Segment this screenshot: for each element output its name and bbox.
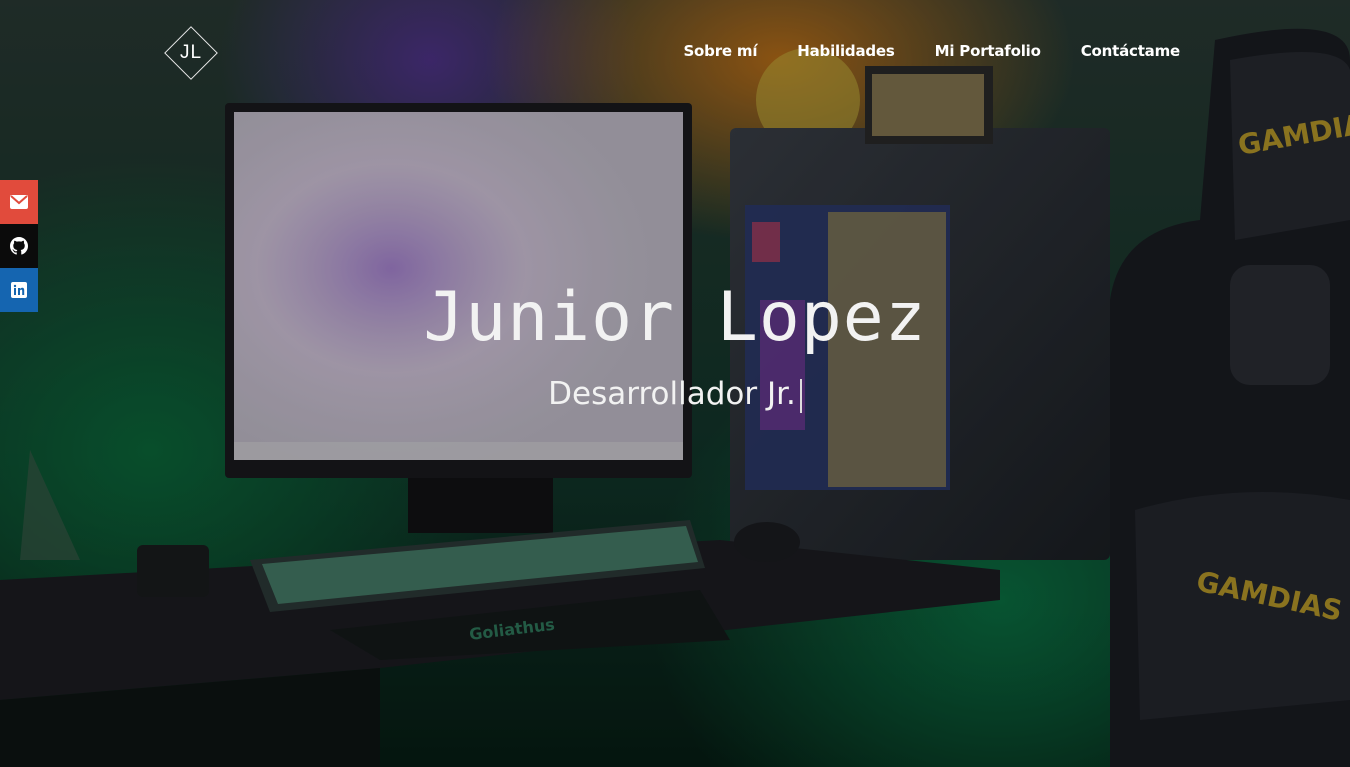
site-logo[interactable]: JL: [164, 26, 218, 80]
github-button[interactable]: [0, 224, 38, 268]
nav-portafolio[interactable]: Mi Portafolio: [935, 42, 1041, 60]
hero-name: Junior Lopez: [423, 278, 927, 357]
nav-contactame[interactable]: Contáctame: [1081, 42, 1180, 60]
mail-icon: [10, 195, 28, 209]
logo-text: JL: [179, 42, 203, 63]
nav-sobre-mi[interactable]: Sobre mí: [683, 42, 757, 60]
github-icon: [10, 237, 28, 255]
typing-caret: [799, 378, 802, 413]
main-nav: Sobre mí Habilidades Mi Portafolio Contá…: [683, 42, 1180, 60]
nav-habilidades[interactable]: Habilidades: [797, 42, 895, 60]
hero-role-line: Desarrollador Jr.: [0, 376, 1350, 413]
hero-section: GAMDIAS GAMDIAS Goliathus JL Sobre mí Ha…: [0, 0, 1350, 767]
email-button[interactable]: [0, 180, 38, 224]
hero-role: Desarrollador Jr.: [548, 376, 796, 412]
